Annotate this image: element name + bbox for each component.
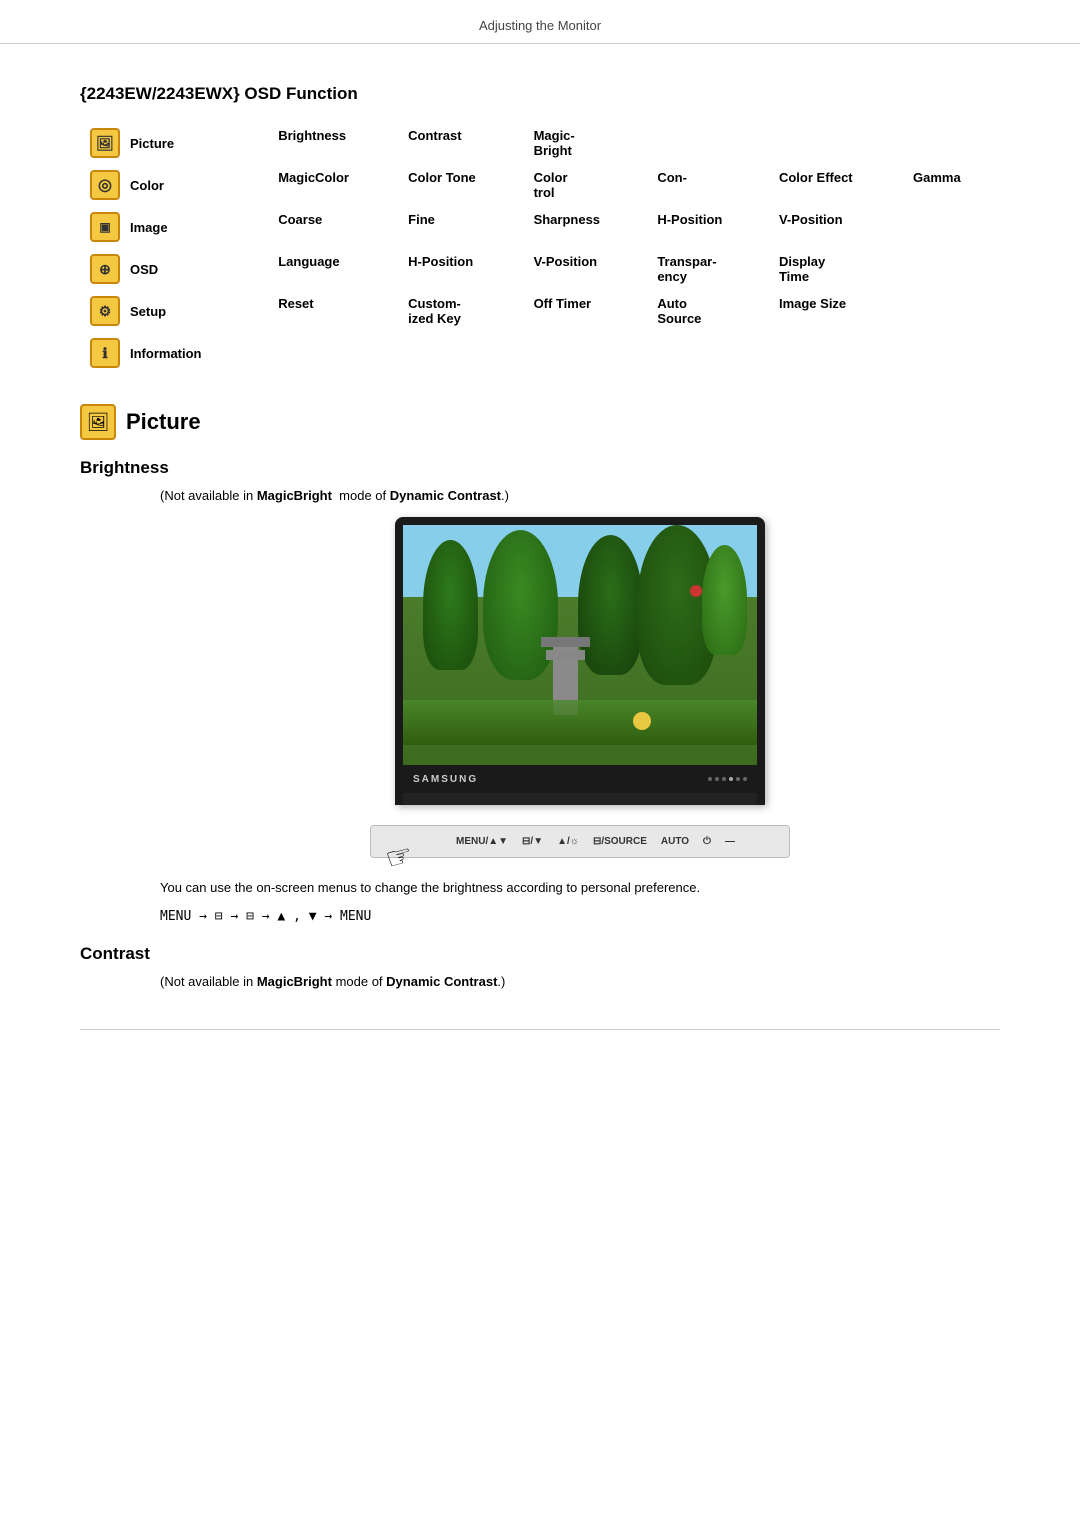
monitor-display: SAMSUNG bbox=[395, 517, 765, 805]
indicator-dot bbox=[722, 777, 726, 781]
tree-3 bbox=[578, 535, 643, 675]
color-icon: ◎ bbox=[90, 170, 120, 200]
tree-5 bbox=[702, 545, 747, 655]
control-panel-container: ☞ MENU/▲▼ ⊟/▼ ▲/☼ ⊟/SOURCE AUTO ⏻ — bbox=[160, 825, 1000, 858]
control-button-menu[interactable]: MENU/▲▼ bbox=[456, 836, 508, 847]
ground bbox=[403, 700, 757, 745]
monitor-image-container: SAMSUNG bbox=[160, 517, 1000, 805]
control-button-enter[interactable]: ⊟/▼ bbox=[522, 836, 543, 847]
indicator-dot bbox=[736, 777, 740, 781]
control-button-dash[interactable]: — bbox=[725, 836, 735, 847]
hand-cursor-icon: ☞ bbox=[382, 837, 417, 878]
picture-section-icon: 🖼 bbox=[80, 404, 116, 440]
monitor-frame: SAMSUNG bbox=[395, 517, 765, 805]
monitor-brand-text: SAMSUNG bbox=[413, 774, 478, 785]
menu-label-osd: ⊕ OSD bbox=[90, 254, 258, 284]
pagoda-roof1 bbox=[541, 637, 590, 647]
setup-icon: ⚙ bbox=[90, 296, 120, 326]
brightness-note: (Not available in MagicBright mode of Dy… bbox=[160, 488, 1000, 503]
pagoda-roof2 bbox=[546, 650, 585, 660]
table-row: ⊕ OSD Language H-Position V-Position Tra… bbox=[80, 248, 1000, 290]
control-button-auto[interactable]: AUTO bbox=[661, 836, 689, 847]
table-row: ◎ Color MagicColor Color Tone Colortrol … bbox=[80, 164, 1000, 206]
page-footer bbox=[80, 1029, 1000, 1052]
osd-table: 🖼 Picture Brightness Contrast Magic-Brig… bbox=[80, 122, 1000, 374]
brightness-body-text: You can use the on-screen menus to chang… bbox=[160, 878, 860, 899]
picture-section-header: 🖼 Picture bbox=[80, 404, 1000, 440]
monitor-base bbox=[403, 793, 757, 805]
page-title: Adjusting the Monitor bbox=[479, 18, 601, 33]
page-header: Adjusting the Monitor bbox=[0, 0, 1080, 44]
table-row: ℹ Information bbox=[80, 332, 1000, 374]
menu-label-setup: ⚙ Setup bbox=[90, 296, 258, 326]
osd-icon: ⊕ bbox=[90, 254, 120, 284]
menu-label-picture: 🖼 Picture bbox=[90, 128, 258, 158]
control-button-up[interactable]: ▲/☼ bbox=[557, 836, 579, 847]
menu-items-picture: Brightness bbox=[268, 122, 398, 164]
table-row: ▣ Image Coarse Fine Sharpness H-Position… bbox=[80, 206, 1000, 248]
brightness-title: Brightness bbox=[80, 458, 1000, 478]
menu-label-color: ◎ Color bbox=[90, 170, 258, 200]
contrast-title: Contrast bbox=[80, 944, 1000, 964]
page-content: {2243EW/2243EWX} OSD Function 🖼 Picture … bbox=[0, 44, 1080, 1112]
red-berries bbox=[690, 585, 702, 597]
brightness-menu-nav: MENU → ⊟ → ⊟ → ▲ , ▼ → MENU bbox=[160, 909, 1000, 924]
control-button-source[interactable]: ⊟/SOURCE bbox=[593, 836, 647, 847]
control-panel: ☞ MENU/▲▼ ⊟/▼ ▲/☼ ⊟/SOURCE AUTO ⏻ — bbox=[370, 825, 790, 858]
indicator-dot bbox=[708, 777, 712, 781]
monitor-indicators bbox=[708, 777, 747, 781]
table-row: ⚙ Setup Reset Custom-ized Key Off Timer … bbox=[80, 290, 1000, 332]
tree-1 bbox=[423, 540, 478, 670]
picture-icon: 🖼 bbox=[90, 128, 120, 158]
control-button-power[interactable]: ⏻ bbox=[703, 836, 711, 847]
contrast-note: (Not available in MagicBright mode of Dy… bbox=[160, 974, 1000, 989]
monitor-brand-bar: SAMSUNG bbox=[403, 765, 757, 793]
table-row: 🖼 Picture Brightness Contrast Magic-Brig… bbox=[80, 122, 1000, 164]
indicator-dot bbox=[743, 777, 747, 781]
menu-label-image: ▣ Image bbox=[90, 212, 258, 242]
menu-label-information: ℹ Information bbox=[90, 338, 258, 368]
picture-section-title: Picture bbox=[126, 409, 201, 435]
monitor-screen bbox=[403, 525, 757, 765]
information-icon: ℹ bbox=[90, 338, 120, 368]
yellow-object bbox=[633, 712, 651, 730]
image-icon: ▣ bbox=[90, 212, 120, 242]
indicator-dot-active bbox=[729, 777, 733, 781]
osd-section-title: {2243EW/2243EWX} OSD Function bbox=[80, 84, 1000, 104]
indicator-dot bbox=[715, 777, 719, 781]
